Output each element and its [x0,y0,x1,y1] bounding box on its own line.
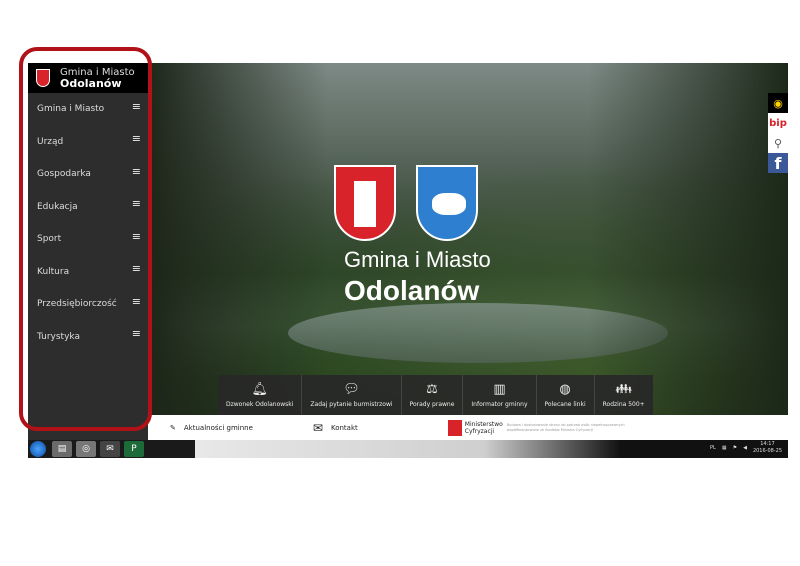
quick-link-informator[interactable]: ▥ Informator gminny [463,375,537,415]
polish-eagle-icon [447,419,462,436]
bell-icon: 🔔︎ [251,382,268,397]
volume-icon[interactable]: ◀ [743,445,747,451]
envelope-icon: ✉ [312,420,323,435]
chat-icon: 💬︎ [343,382,360,397]
map-icon: ▥ [493,382,506,397]
news-link[interactable]: ✎ Aktualności gminne [170,424,253,432]
start-button[interactable] [30,441,46,457]
quick-link-pytanie[interactable]: 💬︎ Zadaj pytanie burmistrzowi [302,375,402,415]
lake-background [288,303,668,363]
outlook-icon[interactable]: ✉ [100,441,120,457]
quick-link-dzwonek[interactable]: 🔔︎ Dzwonek Odolanowski [218,375,303,415]
quick-links-bar: 🔔︎ Dzwonek Odolanowski 💬︎ Zadaj pytanie bu… [218,375,653,415]
flag-icon[interactable]: ⚑ [733,445,737,451]
side-tools: ◉ bip ⚲ f [768,93,788,173]
ministry-badge[interactable]: Ministerstwo Cyfryzacji Budowa i dostosow… [447,419,637,436]
family-icon: 👪︎ [615,382,632,397]
globe-icon: ◍ [559,382,571,397]
network-icon[interactable]: ▦ [722,445,727,451]
quick-link-polecane[interactable]: ◍ Polecane linki [537,375,595,415]
hero-title: Gmina i Miasto Odolanów [344,247,491,306]
coats-of-arms [334,165,478,241]
accessibility-eye-icon[interactable]: ◉ [768,93,788,113]
quick-link-rodzina[interactable]: 👪︎ Rodzina 500+ [595,375,653,415]
annotation-highlight-sidebar [19,47,152,431]
language-indicator[interactable]: PL [710,445,716,451]
pencil-icon: ✎ [170,423,176,432]
hero-banner: Gmina i Miasto Odolanów ◉ bip ⚲ f 🔔︎ Dzwo… [148,63,788,415]
bip-link[interactable]: bip [768,113,788,133]
saint-crest-icon [416,165,478,241]
facebook-icon[interactable]: f [768,153,788,173]
town-crest-icon [334,165,396,241]
system-tray: PL ▦ ⚑ ◀ 14:17 2016-08-25 [710,441,782,455]
explorer-icon[interactable]: ▤ [52,441,72,457]
chrome-icon[interactable]: ◎ [76,441,96,457]
search-icon[interactable]: ⚲ [768,133,788,153]
project-icon[interactable]: P [124,441,144,457]
windows-taskbar: ▤ ◎ ✉ P PL ▦ ⚑ ◀ 14:17 2016-08-25 [28,440,788,458]
clock[interactable]: 14:17 2016-08-25 [753,441,782,455]
bottom-bar: ✎ Aktualności gminne ✉ Kontakt Ministerstw… [148,415,788,440]
contact-link[interactable]: ✉ Kontakt [313,421,358,435]
quick-link-porady[interactable]: ⚖ Porady prawne [402,375,464,415]
handshake-icon: ⚖ [426,382,438,397]
